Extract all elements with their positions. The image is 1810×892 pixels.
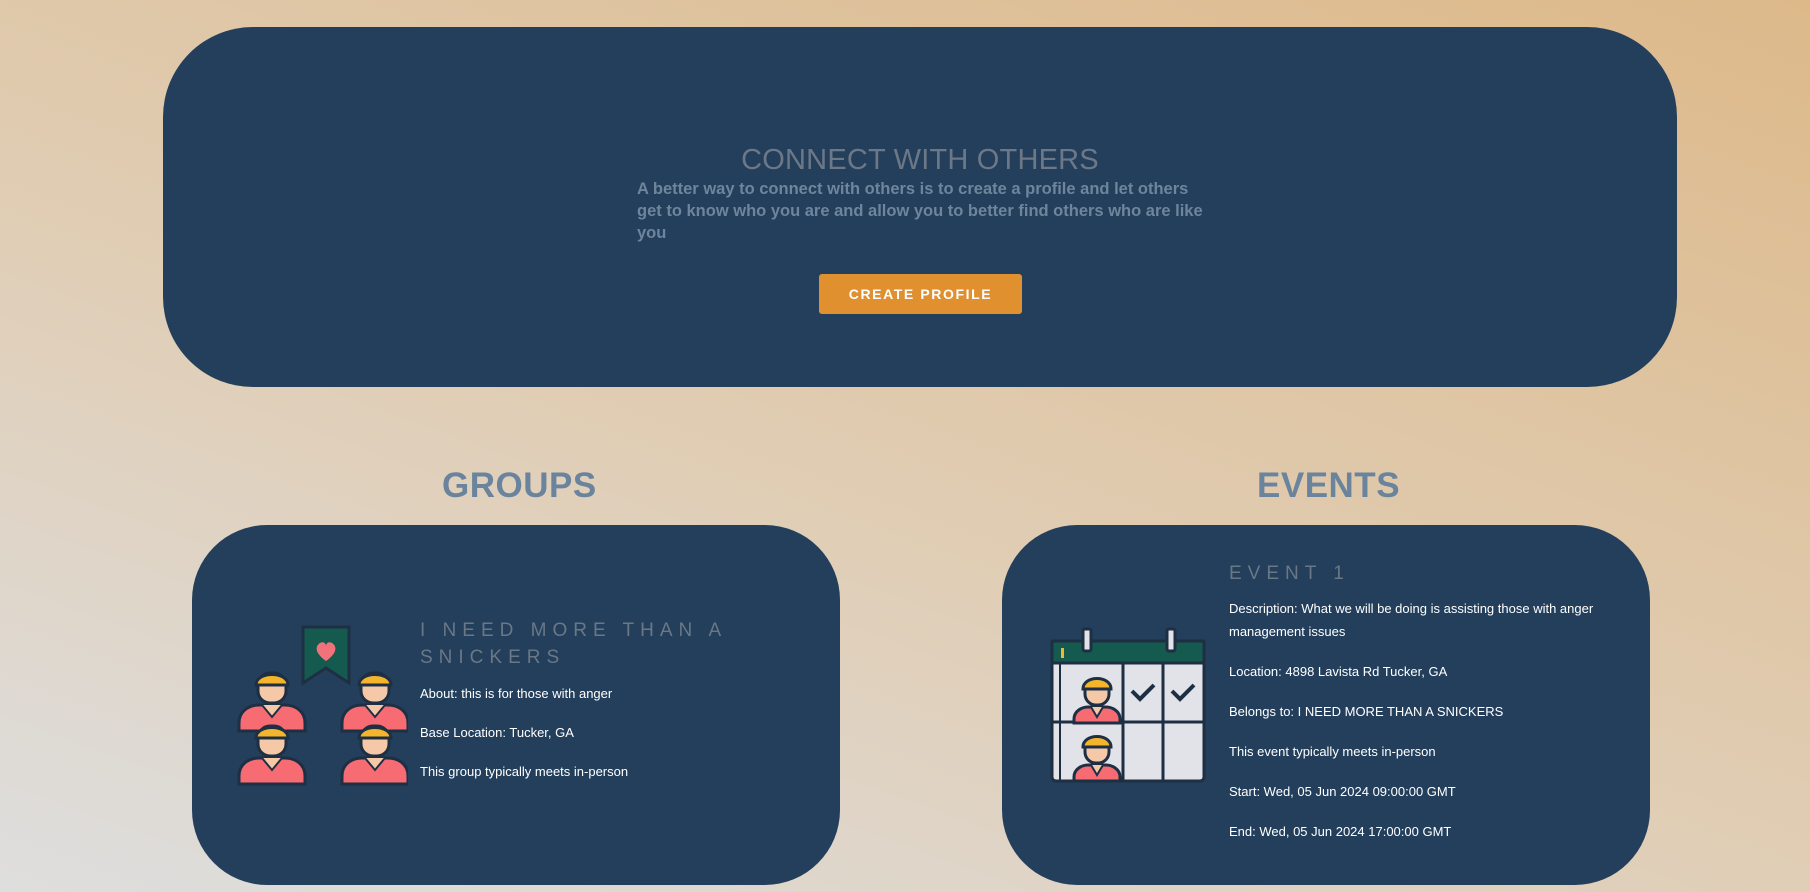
event-belongs-to: Belongs to: I NEED MORE THAN A SNICKERS	[1229, 704, 1504, 719]
create-profile-button[interactable]: CREATE PROFILE	[819, 274, 1022, 314]
group-people-icon	[237, 625, 408, 786]
hero-panel: CONNECT WITH OTHERS A better way to conn…	[163, 27, 1677, 387]
groups-section-title: GROUPS	[442, 466, 597, 505]
group-meeting-type: This group typically meets in-person	[420, 764, 629, 779]
event-start: Start: Wed, 05 Jun 2024 09:00:00 GMT	[1229, 784, 1456, 799]
hero-title: CONNECT WITH OTHERS	[741, 144, 1099, 176]
event-location: Location: 4898 Lavista Rd Tucker, GA	[1229, 664, 1448, 679]
event-card-body: EVENT 1 Description: What we will be doi…	[1229, 560, 1619, 860]
group-card-body: I NEED MORE THAN A SNICKERS About: this …	[420, 617, 780, 800]
group-name[interactable]: I NEED MORE THAN A SNICKERS	[420, 617, 780, 671]
group-about: About: this is for those with anger	[420, 686, 613, 701]
event-calendar-icon	[1050, 627, 1206, 783]
event-meeting-type: This event typically meets in-person	[1229, 744, 1436, 759]
events-section-title: EVENTS	[1257, 466, 1401, 505]
group-card[interactable]: I NEED MORE THAN A SNICKERS About: this …	[192, 525, 840, 885]
event-card[interactable]: EVENT 1 Description: What we will be doi…	[1002, 525, 1650, 885]
event-description: Description: What we will be doing is as…	[1229, 601, 1594, 639]
event-end: End: Wed, 05 Jun 2024 17:00:00 GMT	[1229, 824, 1452, 839]
hero-description: A better way to connect with others is t…	[637, 179, 1203, 242]
group-location: Base Location: Tucker, GA	[420, 725, 574, 740]
event-name[interactable]: EVENT 1	[1229, 560, 1619, 587]
